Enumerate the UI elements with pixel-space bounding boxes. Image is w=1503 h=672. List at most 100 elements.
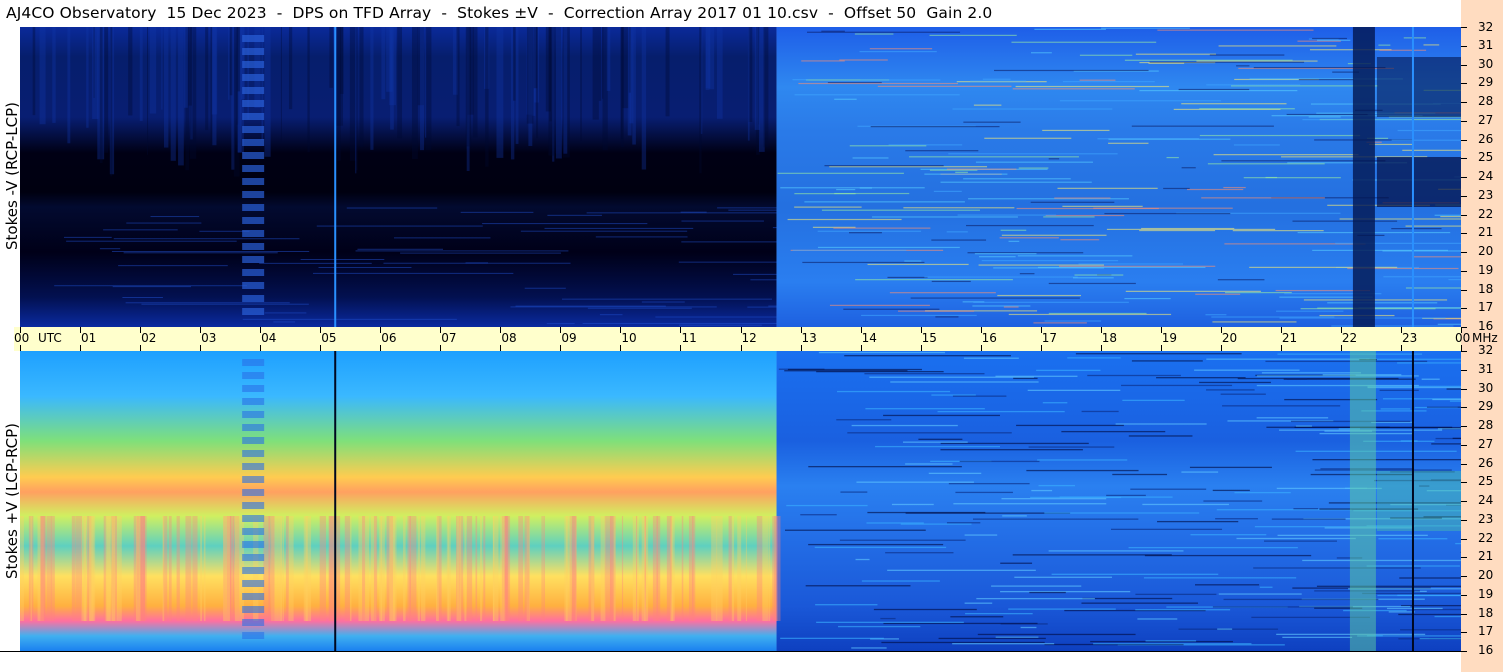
freq-tick-mark [1461, 651, 1467, 652]
top-blob [242, 61, 265, 68]
top-night-streak [128, 27, 133, 116]
bottom-night-streak [268, 516, 275, 621]
time-tick-label: 05 [321, 331, 337, 345]
top-night-line [259, 262, 372, 264]
bottom-blob [242, 424, 265, 431]
time-tick-mark [1461, 345, 1462, 351]
bottom-day-speckle [1295, 450, 1457, 452]
top-blob [242, 139, 265, 146]
top-night-streak [716, 27, 723, 119]
top-day-speckle [1000, 229, 1027, 231]
bottom-day-speckle [940, 449, 1083, 451]
top-dark-band [1352, 27, 1375, 327]
bottom-night-streak [185, 516, 192, 621]
top-night-line [357, 248, 444, 250]
bottom-night-streak [409, 516, 417, 621]
top-day-speckle [1440, 215, 1461, 218]
freq-tick-mark [1461, 369, 1467, 371]
top-day-speckle [1201, 197, 1325, 199]
bottom-day-speckle [1399, 577, 1461, 579]
top-day-speckle [859, 187, 872, 189]
top-night-streak [67, 27, 71, 144]
top-night-streak [496, 27, 504, 158]
bottom-day-speckle [1222, 405, 1341, 407]
top-day-speckle [1045, 214, 1125, 217]
top-night-line [112, 286, 192, 288]
bottom-day-speckle [851, 424, 958, 427]
bottom-day-speckle [855, 558, 870, 561]
freq-tick-mark [1461, 613, 1467, 615]
bottom-day-speckle [963, 357, 1019, 359]
top-night-streak [339, 27, 344, 94]
top-day-speckle [1218, 45, 1337, 47]
bottom-light-block [1376, 471, 1461, 531]
bottom-night-streak [71, 516, 76, 621]
bottom-day-speckle [847, 432, 1012, 434]
top-night-line [63, 236, 112, 238]
top-day-speckle [1019, 273, 1035, 275]
top-day-speckle [1223, 186, 1246, 189]
top-day-speckle [946, 231, 968, 233]
top-day-speckle [1078, 263, 1183, 265]
bottom-night-streak [117, 516, 122, 621]
top-night-line [312, 272, 514, 274]
top-day-speckle [824, 165, 944, 167]
top-day-speckle [869, 48, 933, 50]
bottom-day-speckle [995, 636, 1039, 638]
bottom-night-streak [737, 516, 742, 621]
bottom-night-streak [88, 516, 96, 621]
bottom-night-streak [466, 516, 473, 621]
top-night-line [772, 227, 777, 229]
bottom-night-streak [543, 516, 545, 621]
top-night-streak [533, 27, 538, 89]
top-day-speckle [836, 188, 856, 191]
top-day-speckle [1131, 125, 1274, 127]
top-night-streak [261, 27, 264, 140]
bottom-day-speckle [1087, 374, 1181, 377]
time-tick-label: 06 [381, 331, 397, 345]
top-night-streak [620, 27, 624, 148]
bottom-day-speckle [1446, 388, 1461, 390]
bottom-day-speckle [1203, 500, 1263, 502]
top-night-line [118, 265, 228, 267]
top-night-line [510, 306, 717, 308]
bottom-day-speckle [1256, 384, 1419, 387]
bottom-blob [242, 385, 265, 392]
freq-tick-label: 20 [1478, 568, 1494, 582]
bottom-day-speckle [1377, 594, 1461, 597]
top-blob [242, 178, 265, 185]
top-day-speckle [1199, 108, 1295, 110]
top-day-speckle [798, 82, 958, 85]
top-day-speckle [909, 156, 1079, 158]
top-night-line [150, 216, 200, 218]
bottom-day-speckle [1145, 640, 1197, 642]
freq-tick-label: 32 [1478, 343, 1494, 357]
bottom-night-streak [140, 516, 145, 621]
time-tick-label: 17 [1041, 331, 1057, 345]
top-night-streak [149, 27, 157, 114]
bottom-night-streak [504, 516, 509, 621]
top-night-streak [139, 27, 143, 121]
top-day-speckle [948, 153, 1118, 155]
top-night-streak [592, 27, 599, 120]
top-night-line [126, 222, 202, 224]
top-day-speckle [981, 260, 1119, 262]
top-dark-block [1376, 57, 1461, 117]
top-night-streak [705, 27, 710, 90]
bottom-day-speckle [1434, 615, 1461, 618]
bottom-night-streak [50, 516, 55, 621]
top-night-streak [580, 27, 582, 141]
top-day-speckle [1217, 279, 1265, 281]
top-night-line [318, 267, 412, 269]
top-night-streak [456, 27, 460, 127]
top-day-speckle [972, 305, 1031, 307]
top-day-speckle [887, 276, 928, 279]
top-day-speckle [1108, 138, 1231, 140]
top-night-line [747, 306, 777, 308]
top-night-line [383, 262, 571, 264]
top-vertical-mark [1411, 27, 1414, 327]
top-vertical-mark [334, 27, 337, 327]
time-tick-label: 01 [81, 331, 97, 345]
bottom-day-speckle [1122, 399, 1185, 402]
bottom-day-speckle [1215, 518, 1258, 520]
